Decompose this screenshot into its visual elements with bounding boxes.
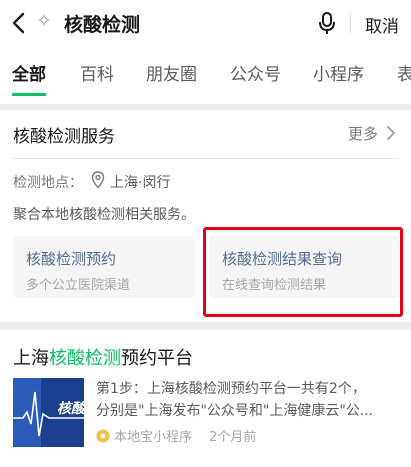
divider <box>350 13 351 33</box>
tab-all[interactable]: 全部 <box>12 60 46 85</box>
thumbnail-text: 核酸 <box>57 401 84 417</box>
location-pin-icon[interactable] <box>91 170 105 190</box>
mini-program-icon <box>96 429 110 443</box>
result-thumbnail[interactable]: 核酸 <box>13 378 84 447</box>
active-tab-indicator <box>12 93 46 96</box>
result-title-keyword: 核酸检测 <box>49 348 121 369</box>
result-title-prefix: 上海 <box>13 348 49 369</box>
search-bar: ✧ 核酸检测 取消 <box>0 0 411 48</box>
tab-official-accounts[interactable]: 公众号 <box>230 60 281 85</box>
appointment-option-subtitle: 多个公立医院渠道 <box>26 278 131 293</box>
snippet-line: 分别是"上海发布"公众号和"上海健康云"公... <box>96 403 374 419</box>
search-query[interactable]: 核酸检测 <box>64 10 140 37</box>
appointment-option[interactable]: 核酸检测预约 多个公立医院渠道 <box>13 236 195 298</box>
snippet-line: 第1步：上海核酸检测预约平台一共有2个， <box>96 381 366 397</box>
more-link[interactable]: 更多 <box>348 123 378 144</box>
result-time: 2个月前 <box>209 430 257 445</box>
highlight-frame <box>203 227 403 317</box>
search-result-card[interactable]: 上海核酸检测预约平台 核酸 第1步：上海核酸检测预约平台一共有2个， 分别是"上… <box>0 330 411 467</box>
service-description: 聚合本地核酸检测相关服务。 <box>13 207 195 223</box>
location-value[interactable]: 上海·闵行 <box>110 172 170 192</box>
tab-moments[interactable]: 朋友圈 <box>146 60 197 85</box>
divider <box>13 158 398 159</box>
sparkle-icon: ✧ <box>36 10 52 32</box>
result-title[interactable]: 上海核酸检测预约平台 <box>13 344 193 370</box>
service-card-title: 核酸检测服务 <box>13 127 115 147</box>
location-label: 检测地点： <box>13 175 83 191</box>
result-tabs: 全部 百科 朋友圈 公众号 小程序 表 <box>0 48 411 104</box>
source-name: 本地宝小程序 <box>114 430 193 445</box>
tab-more-partial[interactable]: 表 <box>397 60 411 85</box>
tab-mini-programs[interactable]: 小程序 <box>313 60 364 85</box>
microphone-icon[interactable] <box>318 9 336 37</box>
cancel-button[interactable]: 取消 <box>365 12 399 37</box>
tab-encyclopedia[interactable]: 百科 <box>80 60 114 85</box>
back-arrow-icon[interactable] <box>8 9 32 37</box>
result-snippet: 第1步：上海核酸检测预约平台一共有2个， 分别是"上海发布"公众号和"上海健康云… <box>96 378 401 422</box>
result-title-suffix: 预约平台 <box>121 348 193 369</box>
appointment-option-title: 核酸检测预约 <box>26 250 117 268</box>
nucleic-test-service-card: 核酸检测服务 更多 检测地点： 上海·闵行 聚合本地核酸检测相关服务。 核酸检测… <box>0 110 411 322</box>
result-source[interactable]: 本地宝小程序 <box>96 426 192 445</box>
chevron-right-icon[interactable] <box>385 124 397 142</box>
